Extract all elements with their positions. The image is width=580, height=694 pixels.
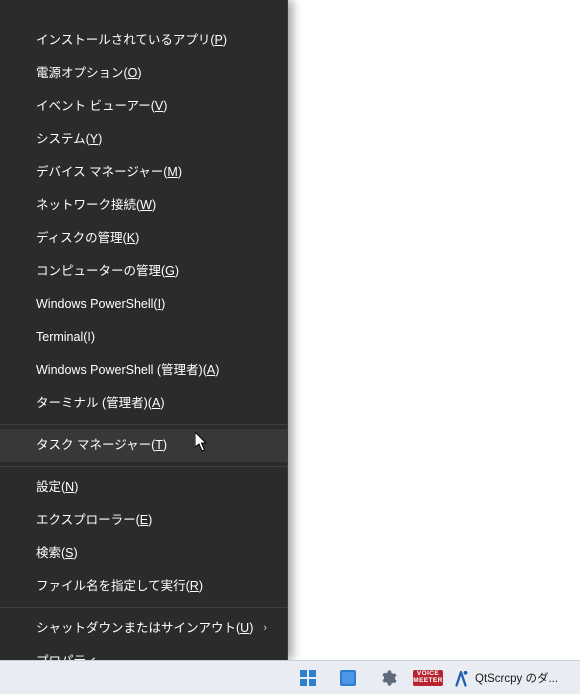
taskbar-item-label: QtScrcpy のダ... xyxy=(475,670,558,686)
menu-item-label: 設定(N) xyxy=(36,480,78,495)
winx-context-menu: インストールされているアプリ(P) 電源オプション(O) イベント ビューアー(V)… xyxy=(0,0,288,660)
menu-item-label: Windows PowerShell (管理者)(A) xyxy=(36,363,219,378)
menu-item-label: エクスプローラー(E) xyxy=(36,513,152,528)
menu-item-label: ターミナル (管理者)(A) xyxy=(36,396,164,411)
menu-item[interactable]: タスク マネージャー(T) xyxy=(0,429,287,462)
voicemeeter-icon: VOICEMEETER xyxy=(413,670,443,686)
menu-item[interactable]: インストールされているアプリ(P) xyxy=(0,24,287,57)
menu-separator xyxy=(0,466,287,467)
gear-icon xyxy=(379,669,397,687)
taskbar-voicemeeter[interactable]: VOICEMEETER xyxy=(410,664,446,692)
menu-item[interactable]: Windows PowerShell (管理者)(A) xyxy=(0,354,287,387)
menu-item[interactable]: 検索(S) xyxy=(0,537,287,570)
menu-item-label: コンピューターの管理(G) xyxy=(36,264,179,279)
menu-item-label: ディスクの管理(K) xyxy=(36,231,139,246)
menu-item-label: イベント ビューアー(V) xyxy=(36,99,167,114)
chevron-right-icon: › xyxy=(263,622,273,635)
menu-item[interactable]: Windows PowerShell(I) xyxy=(0,288,287,321)
menu-item-label: デバイス マネージャー(M) xyxy=(36,165,182,180)
menu-item[interactable]: システム(Y) xyxy=(0,123,287,156)
menu-item[interactable]: エクスプローラー(E) xyxy=(0,504,287,537)
menu-item-label: 電源オプション(O) xyxy=(36,66,142,81)
menu-separator xyxy=(0,607,287,608)
menu-item[interactable]: デバイス マネージャー(M) xyxy=(0,156,287,189)
menu-item-label: 検索(S) xyxy=(36,546,78,561)
menu-item-label: インストールされているアプリ(P) xyxy=(36,33,227,48)
start-icon xyxy=(298,668,318,688)
taskbar-qtscrcpy[interactable]: QtScrcpy のダ... xyxy=(450,664,564,692)
menu-item[interactable]: ディスクの管理(K) xyxy=(0,222,287,255)
taskbar-settings[interactable] xyxy=(370,664,406,692)
menu-item-label: シャットダウンまたはサインアウト(U) xyxy=(36,621,253,636)
taskbar: VOICEMEETER QtScrcpy のダ... xyxy=(0,660,580,694)
menu-item-label: タスク マネージャー(T) xyxy=(36,438,167,453)
menu-item[interactable]: シャットダウンまたはサインアウト(U) › xyxy=(0,612,287,645)
menu-item[interactable]: 電源オプション(O) xyxy=(0,57,287,90)
menu-item[interactable]: コンピューターの管理(G) xyxy=(0,255,287,288)
menu-item-label: ファイル名を指定して実行(R) xyxy=(36,579,203,594)
menu-item[interactable]: イベント ビューアー(V) xyxy=(0,90,287,123)
menu-item-label: Terminal(I) xyxy=(36,330,95,345)
menu-item[interactable]: ターミナル (管理者)(A) xyxy=(0,387,287,420)
qtscrcpy-icon xyxy=(452,669,470,687)
menu-item[interactable]: 設定(N) xyxy=(0,471,287,504)
menu-item-label: システム(Y) xyxy=(36,132,102,147)
taskbar-app-1[interactable] xyxy=(330,664,366,692)
blue-rect-icon xyxy=(339,669,357,687)
menu-item[interactable]: ファイル名を指定して実行(R) xyxy=(0,570,287,603)
menu-item-label: ネットワーク接続(W) xyxy=(36,198,156,213)
start-button[interactable] xyxy=(290,664,326,692)
menu-item[interactable]: ネットワーク接続(W) xyxy=(0,189,287,222)
menu-separator xyxy=(0,424,287,425)
menu-item-label: Windows PowerShell(I) xyxy=(36,297,165,312)
menu-item[interactable]: Terminal(I) xyxy=(0,321,287,354)
